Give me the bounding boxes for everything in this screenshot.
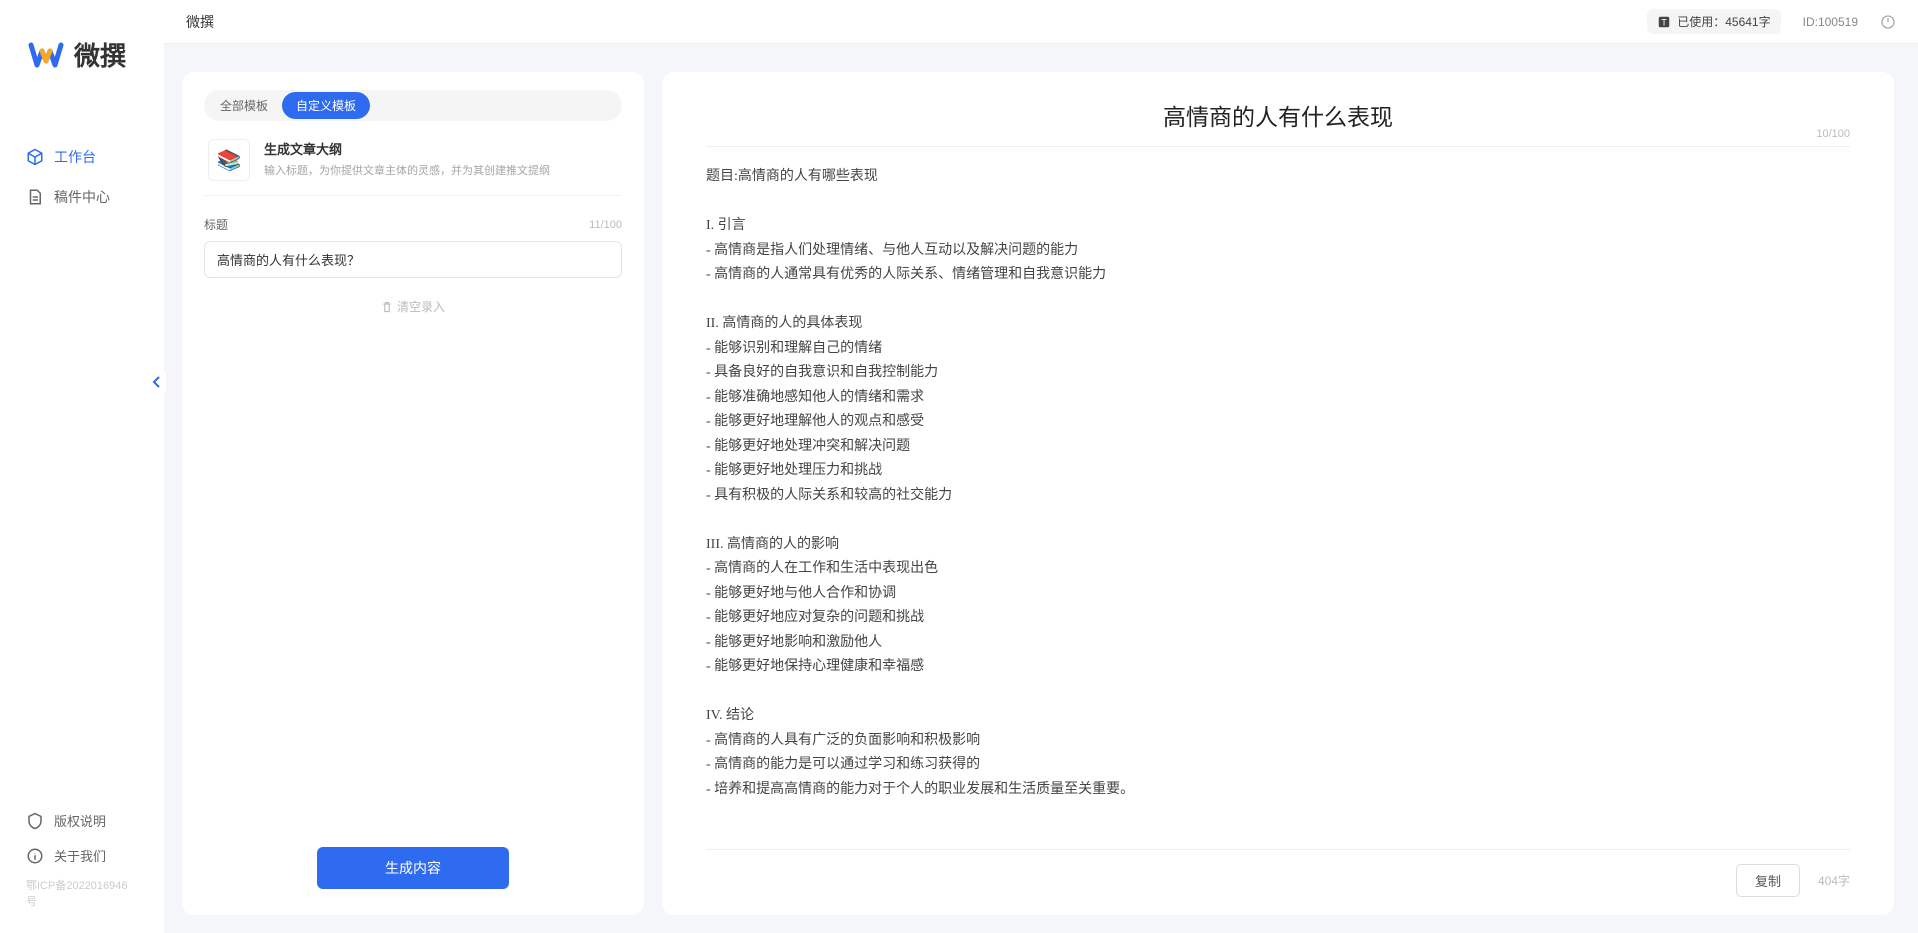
logo: 微撰: [0, 0, 164, 97]
logo-icon: [28, 37, 64, 73]
output-body[interactable]: 题目:高情商的人有哪些表现 I. 引言 - 高情商是指人们处理情绪、与他人互动以…: [706, 147, 1850, 849]
template-tabs: 全部模板 自定义模板: [204, 90, 622, 121]
header-title: 微撰: [186, 12, 214, 32]
bottom-nav: 版权说明 关于我们 鄂ICP备2022016946号: [0, 803, 164, 933]
title-char-count: 11/100: [589, 219, 622, 231]
nav-item-label: 工作台: [54, 147, 96, 167]
template-thumb-icon: 📚: [208, 139, 250, 181]
output-title-counter: 10/100: [1816, 128, 1850, 140]
output-panel: 高情商的人有什么表现 10/100 题目:高情商的人有哪些表现 I. 引言 - …: [662, 72, 1894, 915]
output-footer: 复制 404字: [706, 849, 1850, 897]
chevron-left-icon: [152, 376, 162, 388]
trash-icon: [381, 301, 393, 313]
output-title: 高情商的人有什么表现: [706, 98, 1850, 132]
info-icon: [26, 847, 44, 865]
document-icon: [26, 188, 44, 206]
output-word-count: 404字: [1818, 872, 1850, 889]
form-area: 标题 11/100 清空录入: [204, 196, 622, 335]
icp-text: 鄂ICP备2022016946号: [0, 873, 164, 917]
template-card: 📚 生成文章大纲 输入标题，为你提供文章主体的灵感，并为其创建推文提纲: [204, 121, 622, 196]
clear-label: 清空录入: [397, 298, 445, 315]
main: 全部模板 自定义模板 📚 生成文章大纲 输入标题，为你提供文章主体的灵感，并为其…: [164, 44, 1918, 933]
nav-item-label: 版权说明: [54, 811, 106, 830]
header: 微撰 T 已使用：45641字 ID:100519: [164, 0, 1918, 44]
usage-text: 已使用：45641字: [1677, 13, 1770, 30]
template-info: 生成文章大纲 输入标题，为你提供文章主体的灵感，并为其创建推文提纲: [264, 139, 618, 181]
shield-icon: [26, 812, 44, 830]
collapse-sidebar-button[interactable]: [148, 372, 166, 392]
nav-item-workspace[interactable]: 工作台: [0, 137, 164, 177]
label-row: 标题 11/100: [204, 216, 622, 233]
template-desc: 输入标题，为你提供文章主体的灵感，并为其创建推文提纲: [264, 163, 618, 180]
text-icon: T: [1657, 15, 1671, 29]
output-title-row: 高情商的人有什么表现 10/100: [706, 98, 1850, 147]
usage-badge[interactable]: T 已使用：45641字: [1647, 9, 1780, 34]
input-panel: 全部模板 自定义模板 📚 生成文章大纲 输入标题，为你提供文章主体的灵感，并为其…: [182, 72, 644, 915]
sidebar: 微撰 工作台 稿件中心 版权说明 关于我们 鄂ICP备2022016946号: [0, 0, 164, 933]
tab-all-templates[interactable]: 全部模板: [206, 92, 282, 119]
spacer: [204, 335, 622, 847]
svg-text:T: T: [1662, 17, 1668, 27]
template-title: 生成文章大纲: [264, 139, 618, 158]
title-field-label: 标题: [204, 216, 228, 233]
generate-button[interactable]: 生成内容: [317, 847, 509, 889]
header-right: T 已使用：45641字 ID:100519: [1647, 9, 1896, 34]
power-icon[interactable]: [1880, 14, 1896, 30]
logo-text: 微撰: [74, 36, 126, 73]
nav-item-copyright[interactable]: 版权说明: [0, 803, 164, 838]
cube-icon: [26, 148, 44, 166]
nav-item-label: 关于我们: [54, 846, 106, 865]
clear-input-button[interactable]: 清空录入: [204, 278, 622, 335]
nav-item-drafts[interactable]: 稿件中心: [0, 177, 164, 217]
tab-custom-templates[interactable]: 自定义模板: [282, 92, 370, 119]
nav-item-label: 稿件中心: [54, 187, 110, 207]
nav-list: 工作台 稿件中心: [0, 97, 164, 803]
nav-item-about[interactable]: 关于我们: [0, 838, 164, 873]
title-input[interactable]: [204, 241, 622, 278]
copy-button[interactable]: 复制: [1736, 864, 1800, 897]
user-id: ID:100519: [1803, 15, 1858, 29]
